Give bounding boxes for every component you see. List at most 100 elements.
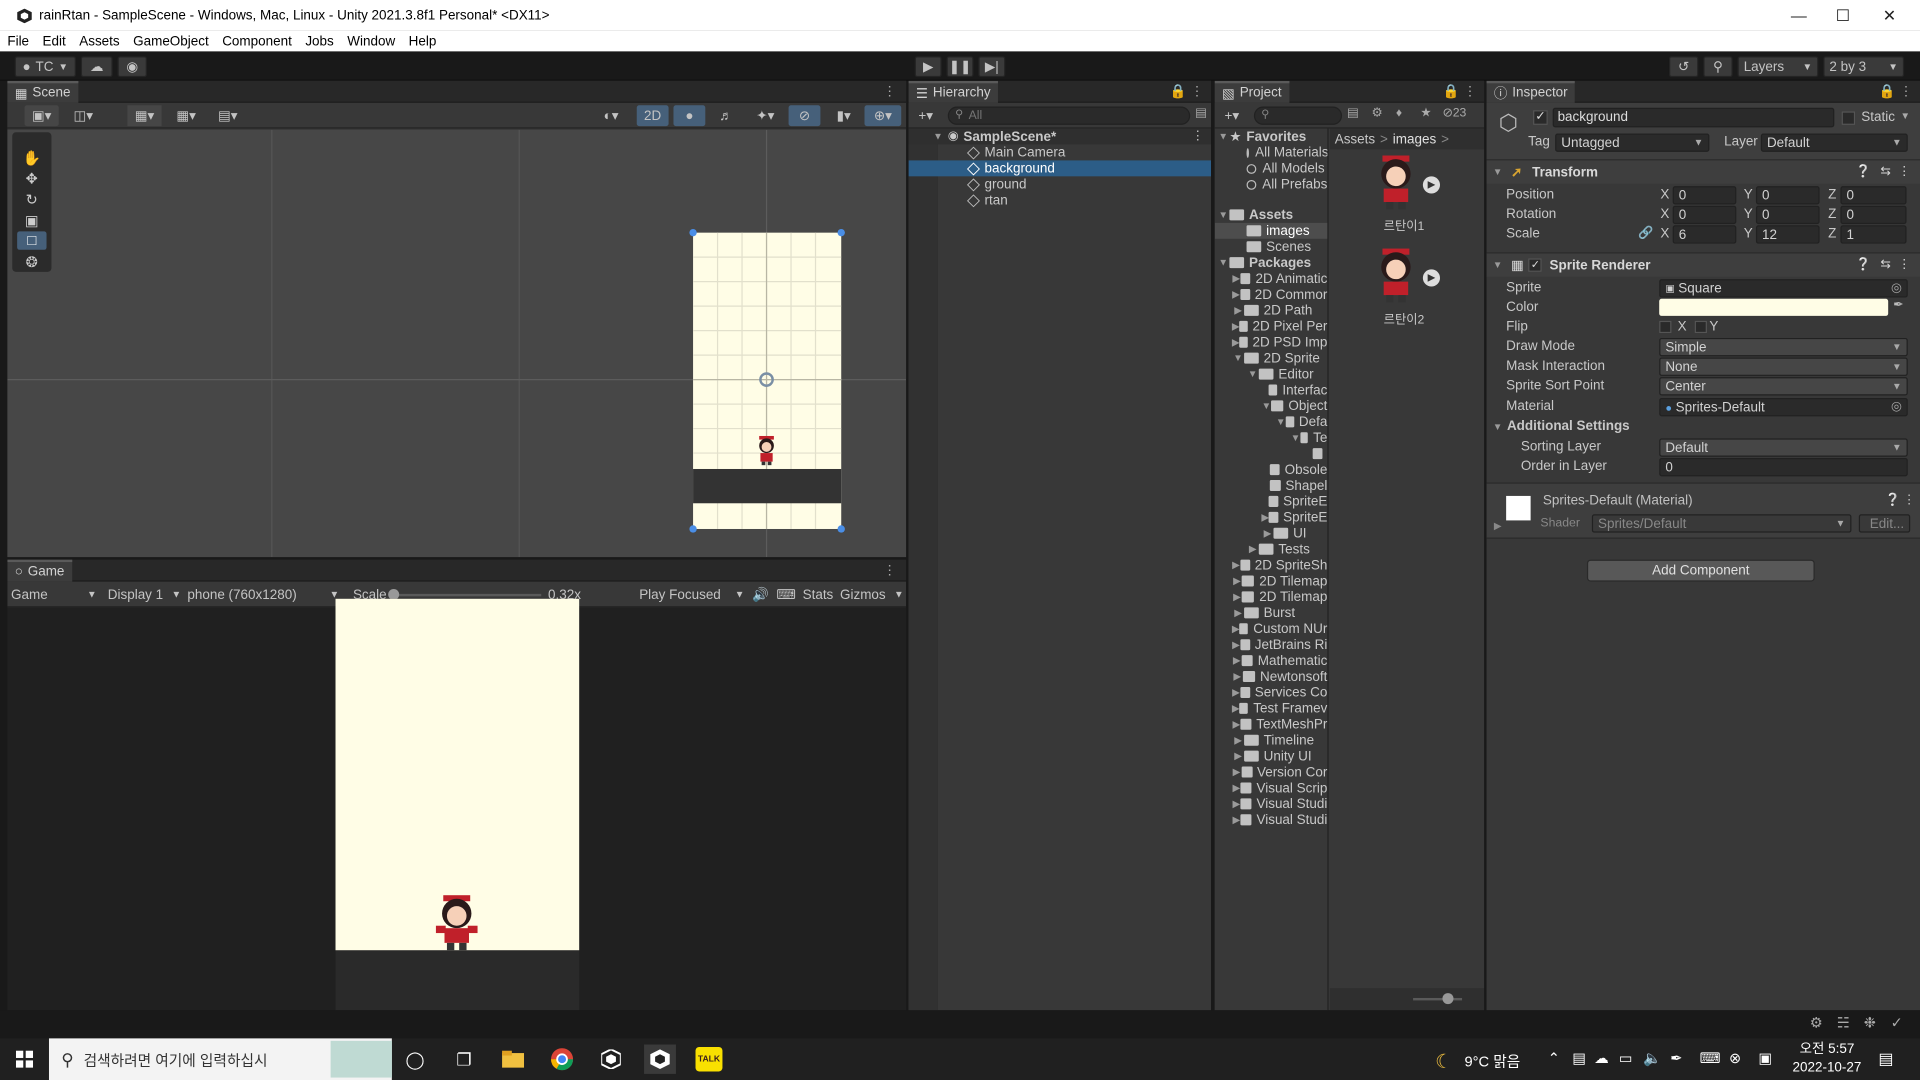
expand-arrow-icon[interactable]: ▶: [1232, 767, 1241, 778]
order-in-layer-field[interactable]: 0: [1659, 457, 1908, 477]
gizmos-icon[interactable]: ⊕▾: [864, 105, 902, 127]
expand-arrow-icon[interactable]: ▶: [1232, 623, 1240, 634]
component-menu-icon[interactable]: ⋮: [1898, 165, 1910, 178]
draw-mode-dropdown[interactable]: Simple ▼: [1659, 337, 1908, 357]
audio-icon[interactable]: ♬: [710, 105, 742, 126]
breadcrumb-assets[interactable]: Assets: [1335, 132, 1375, 147]
create-asset-button[interactable]: +▾: [1218, 105, 1245, 126]
package-folder[interactable]: ▶ TextMeshPr: [1215, 716, 1327, 732]
type-filter-icon[interactable]: ⚙: [1371, 107, 1382, 120]
scale-z-field[interactable]: 1: [1840, 225, 1907, 244]
hierarchy-item[interactable]: rtan: [909, 192, 1211, 208]
weather-text[interactable]: 9°C 맑음: [1465, 1051, 1521, 1072]
menu-component[interactable]: Component: [222, 34, 292, 49]
menu-gameobject[interactable]: GameObject: [133, 34, 209, 49]
expand-arrow-icon[interactable]: ▶: [1232, 305, 1244, 316]
package-folder[interactable]: ▶ Mathematic: [1215, 653, 1328, 669]
inspector-menu-icon[interactable]: ⋮: [1899, 83, 1912, 99]
expand-arrow-icon[interactable]: ▶: [1232, 591, 1242, 602]
package-folder[interactable]: ▶ Visual Studi: [1215, 796, 1328, 812]
static-checkbox[interactable]: [1841, 111, 1856, 125]
help-icon[interactable]: ❔: [1856, 165, 1871, 178]
grid-icon[interactable]: ▦▾: [169, 105, 203, 126]
folder-scenes[interactable]: Scenes: [1215, 239, 1328, 255]
resolution-dropdown[interactable]: phone (760x1280) ▼: [187, 584, 339, 605]
package-folder[interactable]: Interfac: [1215, 382, 1327, 398]
static-dropdown-icon[interactable]: ▼: [1900, 110, 1910, 121]
expand-arrow-icon[interactable]: ▶: [1232, 798, 1241, 809]
lock-icon[interactable]: 🔒: [1879, 83, 1896, 99]
tray-app-icon[interactable]: ▤: [1572, 1049, 1586, 1066]
expand-arrow-icon[interactable]: ▶: [1232, 703, 1240, 714]
tray-chevron-icon[interactable]: ⌃: [1548, 1049, 1560, 1066]
preset-icon[interactable]: ⇆: [1880, 165, 1890, 178]
package-folder[interactable]: ▶ Test Framev: [1215, 700, 1328, 716]
expand-arrow-icon[interactable]: ▶: [1232, 655, 1242, 666]
mute-audio-icon[interactable]: 🔊: [751, 584, 771, 605]
package-folder[interactable]: ▶ 2D Animatic: [1215, 271, 1327, 287]
ground-sprite[interactable]: [693, 468, 842, 504]
move-tool-icon[interactable]: ✥: [20, 170, 44, 187]
package-folder[interactable]: ▶ Timeline: [1215, 732, 1328, 748]
clock[interactable]: 오전 5:57 2022-10-27: [1790, 1041, 1863, 1078]
position-y-field[interactable]: 0: [1755, 186, 1820, 205]
package-folder[interactable]: ▶ JetBrains Ri: [1215, 637, 1327, 653]
flip-y-checkbox[interactable]: [1694, 320, 1707, 334]
2d-toggle[interactable]: 2D: [636, 105, 669, 127]
cloud-icon[interactable]: ☁: [80, 56, 113, 78]
background-sprite[interactable]: [693, 232, 842, 529]
play-button[interactable]: ▶: [914, 56, 942, 78]
color-field[interactable]: [1659, 298, 1889, 316]
expand-arrow-icon[interactable]: ▶: [1232, 576, 1242, 587]
expand-arrow-icon[interactable]: ▶: [1261, 512, 1269, 523]
pause-button[interactable]: ❚❚: [946, 56, 974, 78]
expand-arrow-icon[interactable]: ▼: [1261, 400, 1271, 411]
assets-header[interactable]: ▼ Assets: [1215, 207, 1328, 223]
display-dropdown[interactable]: Display 1 ▼: [108, 584, 181, 605]
expand-arrow-icon[interactable]: ▶: [1232, 687, 1240, 698]
packages-header[interactable]: ▼ Packages: [1215, 255, 1328, 271]
expand-arrow-icon[interactable]: ▶: [1232, 321, 1240, 332]
lock-icon[interactable]: 🔒: [1443, 83, 1460, 99]
package-folder[interactable]: Obsole: [1215, 462, 1327, 478]
package-folder[interactable]: Shapel: [1215, 478, 1327, 494]
scale-tool-icon[interactable]: ▣: [20, 212, 44, 229]
package-folder[interactable]: ▼ 2D Sprite: [1215, 350, 1328, 366]
enabled-checkbox[interactable]: ✓: [1528, 258, 1543, 272]
sprite-field[interactable]: ▣ Square ◎: [1659, 279, 1908, 298]
expand-arrow-icon[interactable]: ▶: [1232, 337, 1240, 348]
rotation-z-field[interactable]: 0: [1840, 205, 1907, 225]
folder-images[interactable]: images: [1214, 222, 1328, 239]
sprite-asset[interactable]: ▶ 르탄이1: [1371, 153, 1441, 239]
sprite-asset[interactable]: ▶ 르탄이2: [1371, 246, 1441, 332]
debug-icon[interactable]: ⚙: [1810, 1014, 1823, 1031]
layout-dropdown[interactable]: 2 by 3 ▼: [1823, 56, 1905, 78]
help-icon[interactable]: ❔: [1856, 258, 1871, 271]
expand-arrow-icon[interactable]: ▶: [1247, 544, 1259, 555]
menu-file[interactable]: File: [7, 34, 29, 49]
mask-interaction-dropdown[interactable]: None ▼: [1659, 357, 1908, 376]
tab-scene[interactable]: ▦ Scene: [7, 80, 78, 103]
scene-row[interactable]: ▼ ◉ SampleScene* ⋮: [908, 128, 1212, 145]
add-component-button[interactable]: Add Component: [1586, 559, 1815, 582]
hierarchy-menu-icon[interactable]: ⋮: [1190, 83, 1203, 99]
play-animation-icon[interactable]: ▶: [1422, 176, 1441, 194]
search-filter-icon[interactable]: ▤: [1347, 107, 1359, 120]
taskbar-search[interactable]: ⚲ 검색하려면 여기에 입력하십시: [48, 1038, 392, 1080]
package-folder[interactable]: ▶ 2D Tilemap: [1215, 589, 1327, 605]
chrome-icon[interactable]: [546, 1044, 578, 1073]
expand-arrow-icon[interactable]: ▼: [1232, 353, 1244, 364]
cache-icon[interactable]: ☵: [1837, 1014, 1850, 1031]
expand-arrow-icon[interactable]: ▶: [1232, 607, 1244, 618]
transform-header[interactable]: ▼ ➚ Transform ❔ ⇆ ⋮: [1486, 159, 1920, 184]
package-folder[interactable]: ▶ Custom NUr: [1215, 621, 1328, 637]
close-circle-icon[interactable]: ⊗: [1729, 1049, 1741, 1066]
hierarchy-search-input[interactable]: [947, 106, 1191, 125]
object-picker-icon[interactable]: ◎: [1891, 400, 1902, 413]
position-x-field[interactable]: 0: [1672, 186, 1737, 205]
favorites-header[interactable]: ▼ ★ Favorites: [1215, 129, 1328, 144]
package-folder[interactable]: ▶ 2D SpriteSh: [1215, 557, 1327, 573]
flip-x-checkbox[interactable]: [1659, 320, 1672, 334]
history-icon[interactable]: ↺: [1668, 56, 1699, 78]
tab-game[interactable]: ○ Game: [7, 559, 72, 582]
